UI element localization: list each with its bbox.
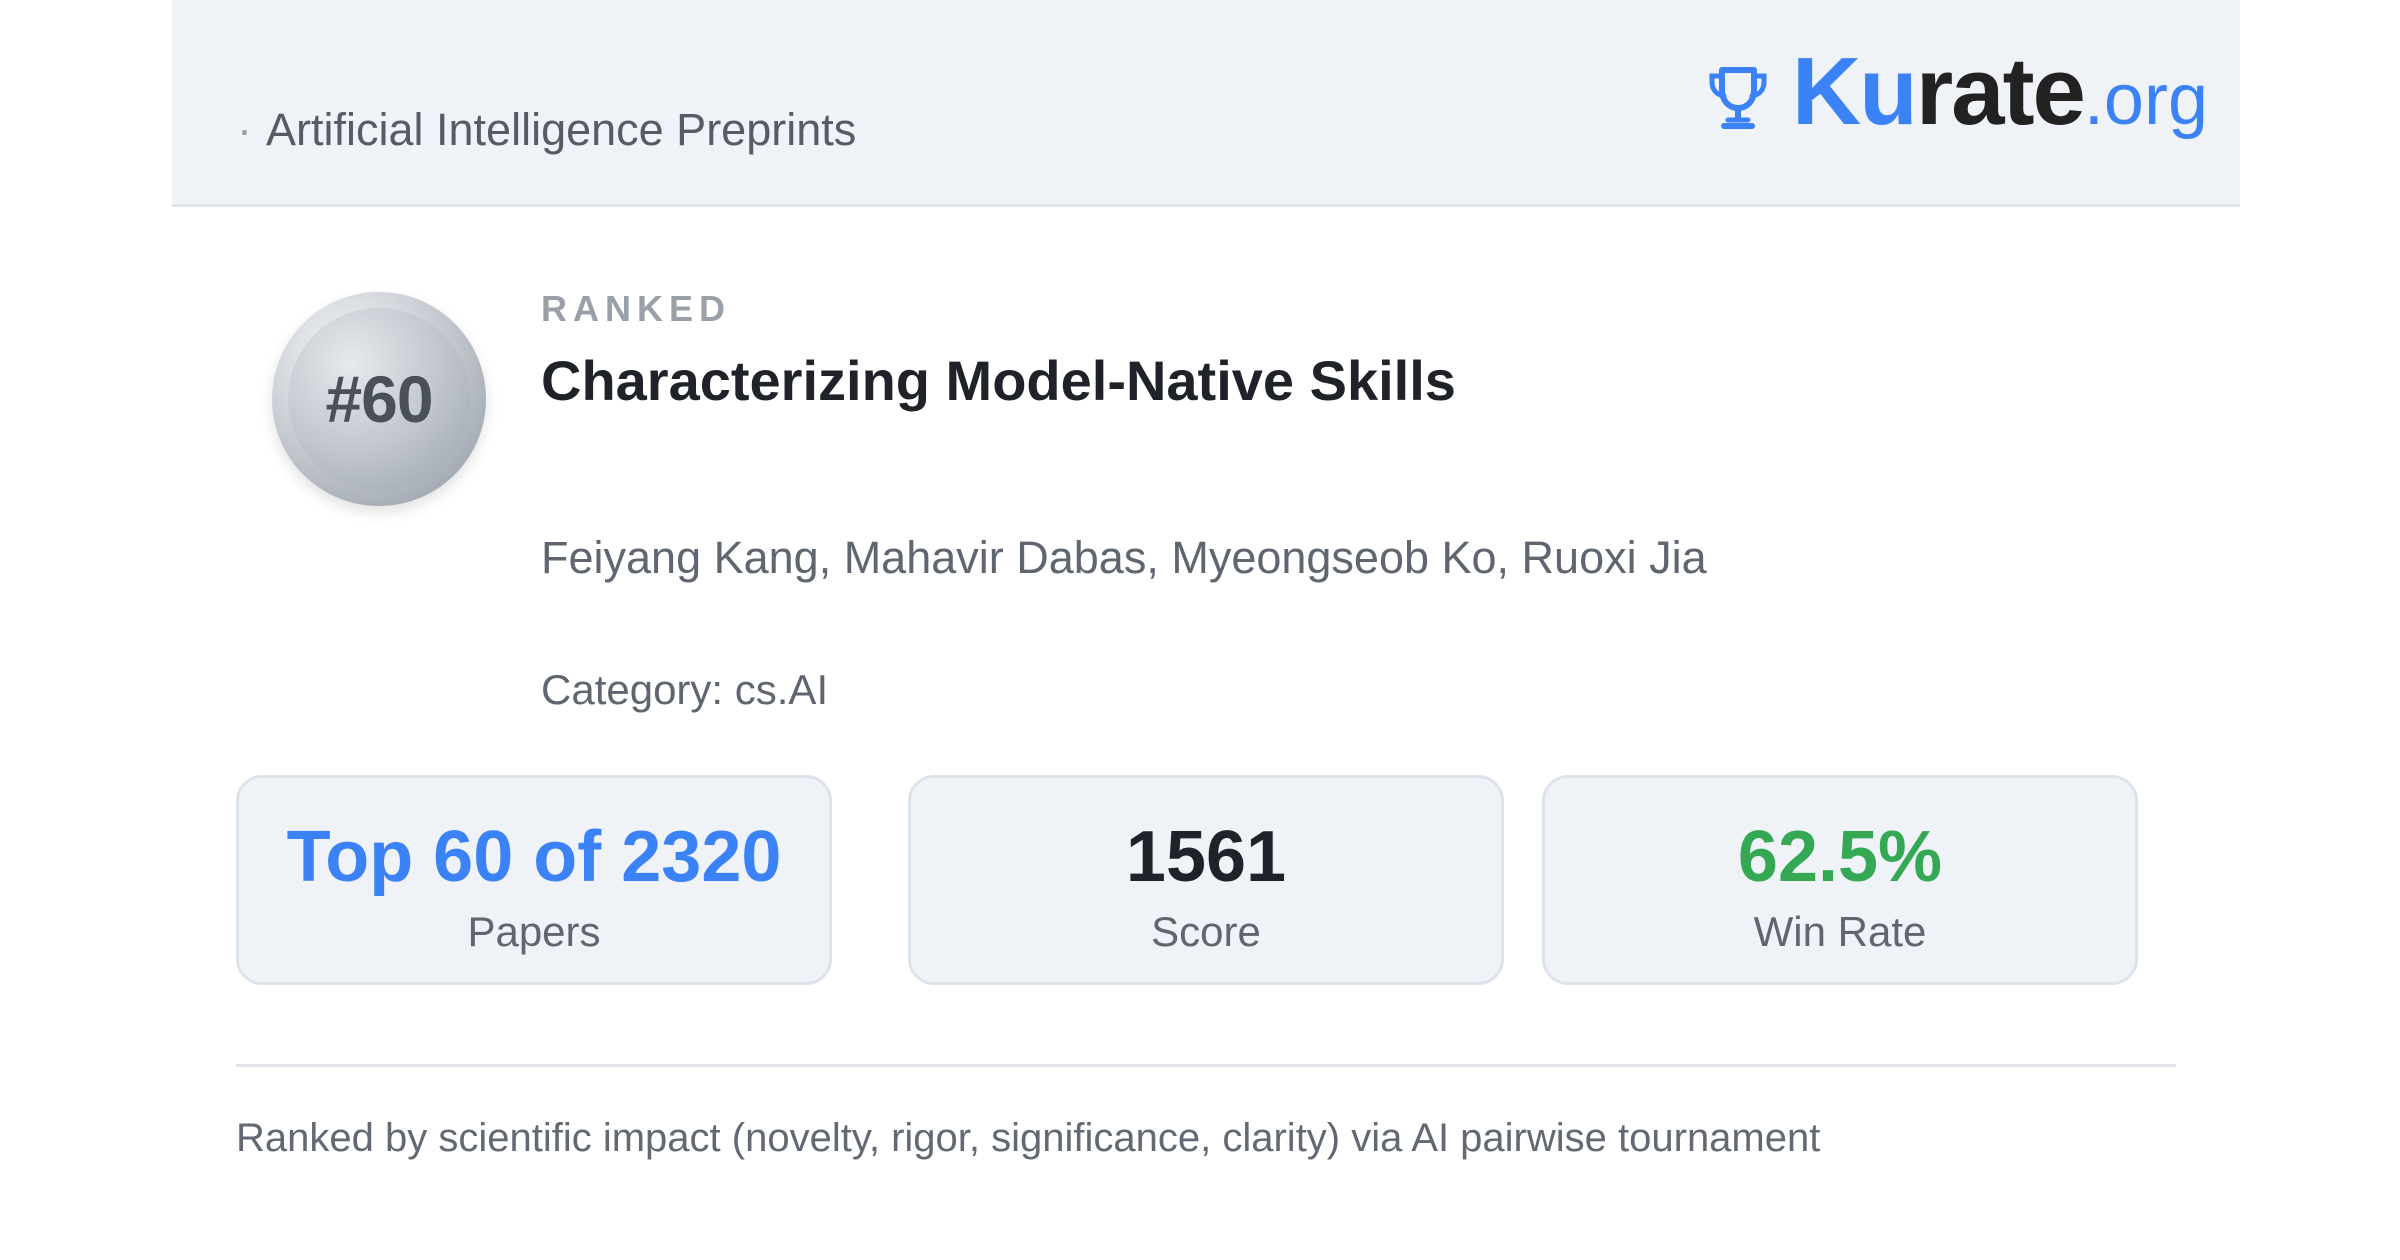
trophy-icon bbox=[1709, 67, 1767, 129]
stat-papers: Top 60 of 2320 Papers bbox=[236, 775, 832, 985]
divider bbox=[236, 1064, 2176, 1067]
rank-medal: #60 bbox=[272, 292, 486, 506]
ranking-card: · Artificial Intelligence Preprints Kurat… bbox=[172, 0, 2240, 1260]
logo-rate: rate bbox=[1915, 38, 2086, 145]
logo-ku: Ku bbox=[1791, 38, 1918, 145]
stat-label: Win Rate bbox=[1753, 908, 1927, 955]
rank-number: #60 bbox=[325, 362, 433, 436]
source-label: · Artificial Intelligence Preprints bbox=[237, 104, 856, 156]
stat-value: 62.5% bbox=[1737, 817, 1943, 897]
paper-category: Category: cs.AI bbox=[541, 666, 829, 713]
logo-wordmark: Kurate.org bbox=[1792, 44, 2208, 148]
logo-org: .org bbox=[2083, 60, 2208, 140]
stat-win-rate: 62.5% Win Rate bbox=[1542, 775, 2138, 985]
medal-face: #60 bbox=[288, 308, 470, 490]
kurate-logo[interactable]: Kurate.org bbox=[1706, 44, 2208, 148]
paper-authors: Feiyang Kang, Mahavir Dabas, Myeongseob … bbox=[541, 532, 1707, 583]
stat-value: 1561 bbox=[1125, 817, 1287, 897]
paper-title[interactable]: Characterizing Model-Native Skills bbox=[541, 348, 1456, 413]
stat-value: Top 60 of 2320 bbox=[286, 817, 782, 897]
ranked-label: RANKED bbox=[541, 288, 732, 329]
stat-score: 1561 Score bbox=[908, 775, 1504, 985]
card-header: · Artificial Intelligence Preprints Kurat… bbox=[172, 0, 2240, 207]
source-text: Artificial Intelligence Preprints bbox=[266, 104, 857, 155]
stat-label: Score bbox=[1151, 908, 1261, 955]
stat-label: Papers bbox=[467, 908, 601, 955]
bullet-dot: · bbox=[237, 104, 252, 155]
footer-note: Ranked by scientific impact (novelty, ri… bbox=[236, 1116, 1821, 1160]
